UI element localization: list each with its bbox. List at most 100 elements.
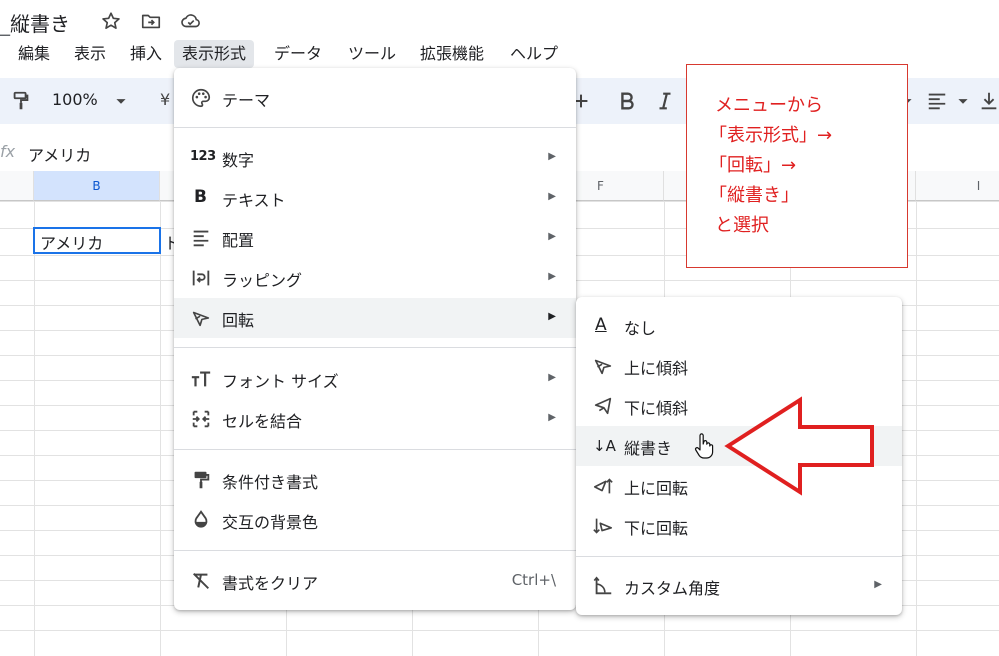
submenu-arrow-icon: ▶ [548, 231, 556, 242]
bold-icon: B [194, 187, 207, 207]
submenu-arrow-icon: ▶ [548, 271, 556, 282]
column-line [34, 201, 35, 656]
bold-icon[interactable] [616, 90, 638, 112]
menu-format[interactable]: 表示形式 [174, 40, 255, 68]
fx-label: fx [0, 142, 16, 161]
rotation-none-label: なし [624, 319, 657, 338]
zoom-value[interactable]: 100% [52, 90, 98, 109]
format-menu-rotation[interactable]: 回転 ▶ [174, 298, 576, 338]
format-menu-text-label: テキスト [222, 191, 286, 210]
menu-tools[interactable]: ツール [340, 40, 404, 68]
italic-icon[interactable] [654, 90, 676, 112]
format-menu-merge[interactable]: セルを結合 ▶ [174, 399, 576, 439]
align-icon [193, 230, 209, 247]
horizontal-align-icon[interactable] [926, 90, 948, 112]
menu-data[interactable]: データ [266, 40, 330, 68]
column-line [160, 201, 161, 656]
sheets-window: _縦書き 編集 表示 挿入 表示形式 データ ツール 拡張機能 ヘルプ 100% [0, 0, 999, 656]
rotation-vertical-label: 縦書き [624, 439, 673, 458]
submenu-arrow-icon: ▶ [548, 311, 556, 322]
title-bar: _縦書き [0, 0, 999, 40]
format-menu-alignment[interactable]: 配置 ▶ [174, 218, 576, 258]
rotation-custom-angle-label: カスタム角度 [624, 579, 721, 598]
menu-help[interactable]: ヘルプ [502, 40, 566, 68]
tilt-down-icon [594, 397, 612, 415]
submenu-arrow-icon: ▶ [548, 151, 556, 162]
rotation-rotate-up-label: 上に回転 [624, 479, 689, 498]
format-menu: テーマ 123 数字 ▶ B テキスト ▶ 配置 ▶ ラッピング ▶ 回転 ▶ … [174, 68, 576, 610]
clear-shortcut: Ctrl+\ [511, 571, 556, 589]
paint-roller-icon [194, 471, 210, 489]
menu-view[interactable]: 表示 [66, 40, 114, 68]
rotation-tilt-up[interactable]: 上に傾斜 [576, 346, 902, 386]
rotation-custom-angle[interactable]: カスタム角度 ▶ [576, 566, 902, 606]
number-123-icon: 123 [190, 149, 216, 164]
menu-separator [174, 347, 576, 348]
submenu-arrow-icon: ▶ [548, 191, 556, 202]
format-menu-number[interactable]: 123 数字 ▶ [174, 138, 576, 178]
format-menu-conditional[interactable]: 条件付き書式 [174, 460, 576, 500]
submenu-arrow-icon: ▶ [548, 412, 556, 423]
zoom-dropdown-icon[interactable] [110, 90, 132, 112]
row-line [0, 630, 999, 631]
format-menu-font-size[interactable]: フォント サイズ ▶ [174, 359, 576, 399]
menu-separator [174, 449, 576, 450]
rotation-tilt-up-label: 上に傾斜 [624, 359, 689, 378]
format-menu-clear[interactable]: 書式をクリア Ctrl+\ [174, 561, 576, 601]
paint-format-icon[interactable] [10, 90, 32, 112]
vertical-align-icon[interactable] [978, 90, 999, 112]
format-menu-wrapping-label: ラッピング [222, 271, 303, 290]
red-arrow-icon [724, 396, 874, 496]
title-underscore: _ [0, 12, 10, 36]
custom-angle-icon [593, 576, 612, 595]
format-menu-text[interactable]: B テキスト ▶ [174, 178, 576, 218]
font-size-icon [191, 371, 211, 387]
column-header-b[interactable]: B [34, 171, 160, 201]
rotation-rotate-down-label: 下に回転 [624, 519, 689, 538]
rotate-down-icon [593, 518, 613, 534]
menu-edit[interactable]: 編集 [10, 40, 58, 68]
formula-input[interactable]: アメリカ [28, 142, 91, 166]
format-menu-rotation-label: 回転 [222, 311, 255, 330]
format-menu-conditional-label: 条件付き書式 [222, 473, 319, 492]
format-menu-font-size-label: フォント サイズ [222, 372, 339, 391]
format-menu-wrapping[interactable]: ラッピング ▶ [174, 258, 576, 298]
rotate-up-icon [593, 478, 613, 494]
row-header-corner[interactable] [0, 171, 34, 201]
document-title-text: 縦書き [10, 12, 70, 36]
format-menu-alternating[interactable]: 交互の背景色 [174, 500, 576, 540]
cloud-saved-icon[interactable] [180, 10, 202, 32]
star-icon[interactable] [100, 10, 122, 32]
menu-separator [576, 556, 902, 557]
format-menu-merge-label: セルを結合 [222, 412, 303, 431]
align-dropdown-icon[interactable] [952, 90, 974, 112]
tilt-up-icon [594, 359, 612, 375]
format-menu-clear-label: 書式をクリア [222, 574, 319, 593]
menu-separator [174, 550, 576, 551]
selected-cell-outline [33, 227, 161, 254]
rotation-rotate-down[interactable]: 下に回転 [576, 506, 902, 546]
format-menu-theme[interactable]: テーマ [174, 78, 576, 118]
rotation-none[interactable]: A なし [576, 306, 902, 346]
annotation-line: メニューから [715, 95, 823, 116]
annotation-box: メニューから 「表示形式」→ 「回転」→ 「縦書き」 と選択 [686, 64, 908, 268]
rotate-icon [192, 311, 210, 327]
column-header-i[interactable]: I [916, 171, 999, 201]
menu-separator [174, 127, 576, 128]
submenu-arrow-icon: ▶ [548, 372, 556, 383]
palette-icon [192, 88, 211, 108]
annotation-line: 「縦書き」 [709, 185, 799, 206]
menu-extensions[interactable]: 拡張機能 [412, 40, 492, 68]
rotation-tilt-down-label: 下に傾斜 [624, 399, 689, 418]
ink-drop-icon [194, 510, 208, 528]
clear-format-icon [193, 573, 209, 589]
merge-icon [192, 410, 210, 428]
menu-insert[interactable]: 挿入 [122, 40, 170, 68]
annotation-line: 「回転」→ [709, 155, 797, 176]
currency-button[interactable]: ¥ [160, 90, 170, 109]
format-menu-number-label: 数字 [222, 151, 255, 170]
move-folder-icon[interactable] [140, 10, 162, 32]
text-none-icon: A [595, 315, 607, 335]
document-title[interactable]: _縦書き [0, 8, 70, 37]
format-menu-theme-label: テーマ [222, 91, 271, 110]
